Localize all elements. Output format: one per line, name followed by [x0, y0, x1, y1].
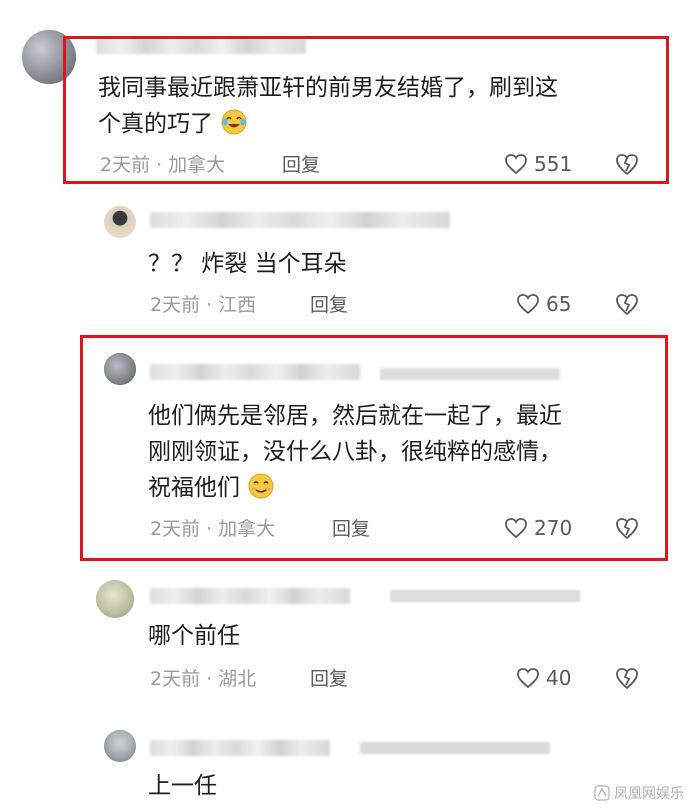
- like-count: 270: [534, 516, 573, 540]
- location: 湖北: [218, 668, 257, 690]
- avatar[interactable]: [104, 730, 136, 762]
- username-blurred[interactable]: [150, 364, 360, 380]
- like-count: 40: [546, 666, 572, 690]
- username-blurred[interactable]: [96, 38, 306, 54]
- comment-text: ？？ 炸裂 当个耳朵: [148, 246, 347, 282]
- timestamp: 2天前: [100, 154, 151, 176]
- phoenix-logo-icon: [594, 785, 610, 801]
- avatar[interactable]: [22, 30, 76, 84]
- heart-outline-icon: [517, 294, 539, 315]
- username-blurred[interactable]: [150, 588, 350, 604]
- comment-text: 哪个前任: [148, 618, 240, 654]
- reply-button[interactable]: 回复: [282, 152, 320, 178]
- comment-meta: 2天前 · 江西: [150, 294, 257, 316]
- broken-heart-icon[interactable]: [614, 151, 640, 177]
- like-button[interactable]: 65: [516, 290, 571, 318]
- comment-text: 上一任: [148, 768, 217, 804]
- broken-heart-icon[interactable]: [614, 515, 640, 541]
- like-button[interactable]: 551: [504, 150, 572, 178]
- comment-line: 我同事最近跟萧亚轩的前男友结婚了，刷到这: [98, 75, 558, 101]
- timestamp: 2天前: [150, 294, 201, 316]
- comment-line: 刚刚领证，没什么八卦，很纯粹的感情，: [148, 439, 562, 465]
- like-count: 65: [546, 292, 572, 316]
- broken-heart-icon[interactable]: [614, 291, 640, 317]
- timestamp: 2天前: [150, 518, 201, 540]
- broken-heart-icon[interactable]: [614, 665, 640, 691]
- timestamp: 2天前: [150, 668, 201, 690]
- comment-text: 我同事最近跟萧亚轩的前男友结婚了，刷到这 个真的巧了: [98, 70, 558, 142]
- location: 加拿大: [168, 154, 226, 176]
- location: 加拿大: [218, 518, 276, 540]
- location: 江西: [218, 294, 257, 316]
- comment-meta: 2天前 · 加拿大: [100, 154, 226, 176]
- comment-line: 上一任: [148, 773, 217, 799]
- like-count: 551: [534, 152, 573, 176]
- username-blurred: [360, 742, 550, 754]
- heart-outline-icon: [517, 668, 539, 689]
- avatar[interactable]: [104, 206, 136, 238]
- username-blurred[interactable]: [150, 740, 330, 756]
- username-blurred: [390, 590, 580, 602]
- comment-line: 个真的巧了: [98, 106, 558, 142]
- reply-button[interactable]: 回复: [310, 292, 348, 318]
- username-blurred[interactable]: [150, 212, 450, 228]
- comment-line: 他们俩先是邻居，然后就在一起了，最近: [148, 403, 562, 429]
- avatar[interactable]: [96, 580, 134, 618]
- reply-button[interactable]: 回复: [332, 516, 370, 542]
- comment-line: ？？ 炸裂 当个耳朵: [148, 251, 347, 277]
- watermark: 凤凰网娱乐: [594, 783, 684, 803]
- comment-line: 祝福他们: [148, 470, 562, 506]
- comment-meta: 2天前 · 加拿大: [150, 518, 276, 540]
- smirk-emoji-icon: [247, 472, 275, 500]
- avatar[interactable]: [104, 353, 136, 385]
- comment-thread: 我同事最近跟萧亚轩的前男友结婚了，刷到这 个真的巧了 2天前 · 加拿大 回复 55…: [0, 0, 690, 811]
- comment-text: 他们俩先是邻居，然后就在一起了，最近 刚刚领证，没什么八卦，很纯粹的感情， 祝福…: [148, 398, 562, 506]
- like-button[interactable]: 40: [516, 664, 571, 692]
- heart-outline-icon: [505, 518, 527, 539]
- heart-outline-icon: [505, 154, 527, 175]
- laughing-crying-emoji-icon: [220, 108, 248, 136]
- username-blurred: [380, 368, 560, 380]
- like-button[interactable]: 270: [504, 514, 572, 542]
- comment-line: 哪个前任: [148, 623, 240, 649]
- reply-button[interactable]: 回复: [310, 666, 348, 692]
- comment-meta: 2天前 · 湖北: [150, 668, 257, 690]
- watermark-text: 凤凰网娱乐: [614, 786, 684, 802]
